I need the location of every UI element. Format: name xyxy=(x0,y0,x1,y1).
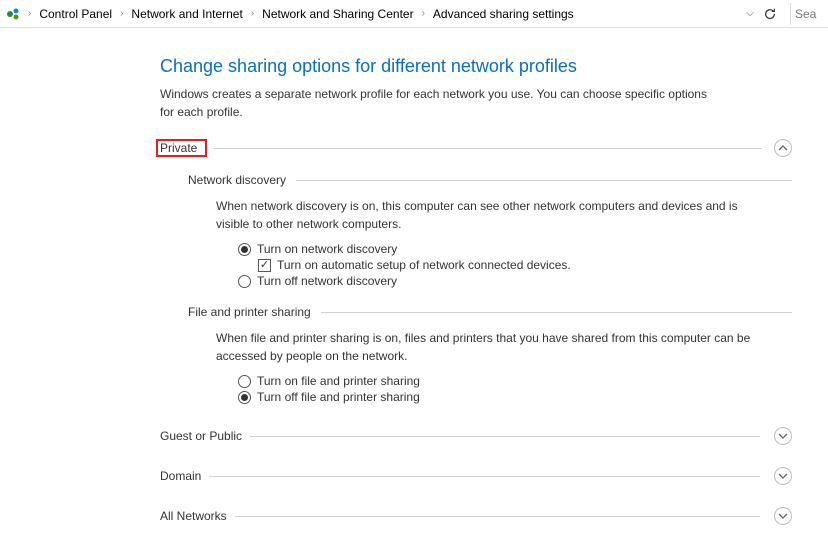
network-discovery-title: Network discovery xyxy=(188,173,286,187)
nav-right: ⌵ xyxy=(744,3,824,25)
file-printer-options: Turn on file and printer sharing Turn of… xyxy=(238,373,792,405)
refresh-icon[interactable] xyxy=(762,6,778,22)
divider xyxy=(209,476,760,477)
radio-icon xyxy=(238,391,251,404)
search-input[interactable] xyxy=(790,3,824,25)
chevron-down-icon[interactable] xyxy=(774,507,792,525)
breadcrumb-advanced-sharing[interactable]: Advanced sharing settings xyxy=(429,5,578,23)
breadcrumb-network-sharing-center[interactable]: Network and Sharing Center xyxy=(258,5,417,23)
network-discovery-desc: When network discovery is on, this compu… xyxy=(216,197,756,233)
divider xyxy=(296,180,792,181)
radio-nd-on[interactable]: Turn on network discovery xyxy=(238,241,792,257)
divider xyxy=(321,312,792,313)
profile-private: Private Network discovery When network d… xyxy=(160,139,792,405)
checkbox-auto-setup-label: Turn on automatic setup of network conne… xyxy=(277,258,571,272)
content-area: Change sharing options for different net… xyxy=(0,28,828,545)
chevron-down-icon[interactable] xyxy=(774,427,792,445)
radio-nd-off-label: Turn off network discovery xyxy=(257,274,397,288)
radio-fp-off-label: Turn off file and printer sharing xyxy=(257,390,420,404)
profile-domain-header[interactable]: Domain xyxy=(160,467,792,485)
file-printer-desc: When file and printer sharing is on, fil… xyxy=(216,329,756,365)
radio-nd-on-label: Turn on network discovery xyxy=(257,242,397,256)
profile-private-label: Private xyxy=(160,141,197,155)
page-title: Change sharing options for different net… xyxy=(160,56,792,77)
file-printer-title: File and printer sharing xyxy=(188,305,311,319)
history-dropdown-icon[interactable]: ⌵ xyxy=(744,6,756,21)
highlight-private: Private xyxy=(156,139,207,157)
radio-icon xyxy=(238,275,251,288)
file-printer-header: File and printer sharing xyxy=(188,305,792,319)
breadcrumb-network-internet[interactable]: Network and Internet xyxy=(127,5,246,23)
section-network-discovery: Network discovery When network discovery… xyxy=(188,173,792,289)
checkbox-auto-setup[interactable]: ✓ Turn on automatic setup of network con… xyxy=(258,257,792,273)
profile-private-header[interactable]: Private xyxy=(160,139,792,157)
chevron-right-icon: › xyxy=(118,8,125,19)
profile-domain-label: Domain xyxy=(160,469,201,483)
chevron-right-icon: › xyxy=(26,8,33,19)
radio-icon xyxy=(238,243,251,256)
breadcrumb-control-panel[interactable]: Control Panel xyxy=(35,5,116,23)
chevron-right-icon: › xyxy=(249,8,256,19)
profile-all-networks-label: All Networks xyxy=(160,509,227,523)
section-file-printer: File and printer sharing When file and p… xyxy=(188,305,792,405)
chevron-down-icon[interactable] xyxy=(774,467,792,485)
control-panel-icon xyxy=(4,5,22,23)
radio-fp-on[interactable]: Turn on file and printer sharing xyxy=(238,373,792,389)
page-subtitle: Windows creates a separate network profi… xyxy=(160,85,720,121)
radio-fp-off[interactable]: Turn off file and printer sharing xyxy=(238,389,792,405)
divider xyxy=(250,436,760,437)
network-discovery-header: Network discovery xyxy=(188,173,792,187)
network-discovery-options: Turn on network discovery ✓ Turn on auto… xyxy=(238,241,792,289)
address-toolbar: › Control Panel › Network and Internet ›… xyxy=(0,0,828,28)
profile-guest-public-label: Guest or Public xyxy=(160,429,242,443)
checkbox-icon: ✓ xyxy=(258,259,271,272)
chevron-right-icon: › xyxy=(420,8,427,19)
radio-nd-off[interactable]: Turn off network discovery xyxy=(238,273,792,289)
chevron-up-icon[interactable] xyxy=(774,139,792,157)
profile-guest-public-header[interactable]: Guest or Public xyxy=(160,427,792,445)
radio-fp-on-label: Turn on file and printer sharing xyxy=(257,374,420,388)
breadcrumb[interactable]: › Control Panel › Network and Internet ›… xyxy=(26,5,742,23)
divider xyxy=(235,516,760,517)
profile-all-networks-header[interactable]: All Networks xyxy=(160,507,792,525)
divider xyxy=(213,148,762,149)
radio-icon xyxy=(238,375,251,388)
